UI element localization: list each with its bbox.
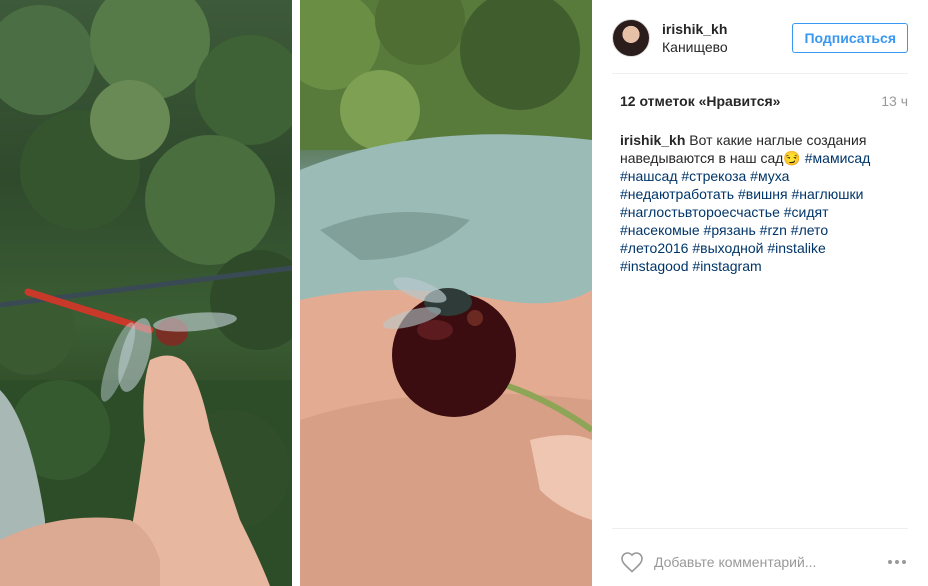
hashtag-link[interactable]: #instagood — [620, 258, 689, 274]
cherry-photo — [300, 0, 592, 586]
hashtag-link[interactable]: #вишня — [738, 186, 788, 202]
dot — [902, 560, 906, 564]
dragonfly-photo — [0, 0, 292, 586]
post-sidebar: irishik_kh Канищево Подписаться 12 отмет… — [592, 0, 928, 586]
more-options-icon[interactable] — [888, 560, 908, 564]
hashtag-list: #мамисад #нашсад #стрекоза #муха #недают… — [620, 150, 870, 274]
hashtag-link[interactable]: #насекомые — [620, 222, 700, 238]
hashtag-link[interactable]: #наглюшки — [791, 186, 863, 202]
cherry-photo-art — [300, 0, 592, 586]
caption: irishik_kh Вот какие наглые создания нав… — [620, 131, 890, 275]
likes-count[interactable]: 12 отметок «Нравится» — [620, 93, 780, 109]
hashtag-link[interactable]: #нашсад — [620, 168, 678, 184]
location-link[interactable]: Канищево — [662, 38, 792, 56]
hashtag-link[interactable]: #instagram — [692, 258, 761, 274]
hashtag-link[interactable]: #муха — [750, 168, 789, 184]
photo-divider — [292, 0, 300, 586]
divider — [612, 528, 908, 529]
hashtag-link[interactable]: #стрекоза — [681, 168, 746, 184]
hashtag-link[interactable]: #лето — [791, 222, 828, 238]
hashtag-link[interactable]: #недаютработать — [620, 186, 734, 202]
heart-icon[interactable] — [620, 551, 644, 573]
hashtag-link[interactable]: #мамисад — [805, 150, 871, 166]
hashtag-link[interactable]: #рязань — [704, 222, 756, 238]
username-link[interactable]: irishik_kh — [662, 20, 792, 38]
user-info: irishik_kh Канищево — [662, 20, 792, 56]
caption-username[interactable]: irishik_kh — [620, 132, 685, 148]
hashtag-link[interactable]: #наглостьвтороесчастье — [620, 204, 780, 220]
comment-input[interactable] — [654, 554, 888, 570]
hashtag-link[interactable]: #rzn — [760, 222, 787, 238]
post-photo[interactable] — [0, 0, 592, 586]
post-time[interactable]: 13 ч — [881, 93, 908, 109]
dot — [895, 560, 899, 564]
divider — [612, 73, 908, 74]
likes-row: 12 отметок «Нравится» 13 ч — [620, 93, 908, 109]
follow-button[interactable]: Подписаться — [792, 23, 908, 53]
avatar[interactable] — [612, 19, 650, 57]
post-header: irishik_kh Канищево Подписаться — [612, 10, 908, 66]
dot — [888, 560, 892, 564]
hashtag-link[interactable]: #сидят — [784, 204, 829, 220]
hashtag-link[interactable]: #лето2016 — [620, 240, 688, 256]
hashtag-link[interactable]: #instalike — [767, 240, 825, 256]
hashtag-link[interactable]: #выходной — [692, 240, 763, 256]
comment-row — [620, 548, 908, 576]
dragonfly-photo-art — [0, 0, 292, 586]
